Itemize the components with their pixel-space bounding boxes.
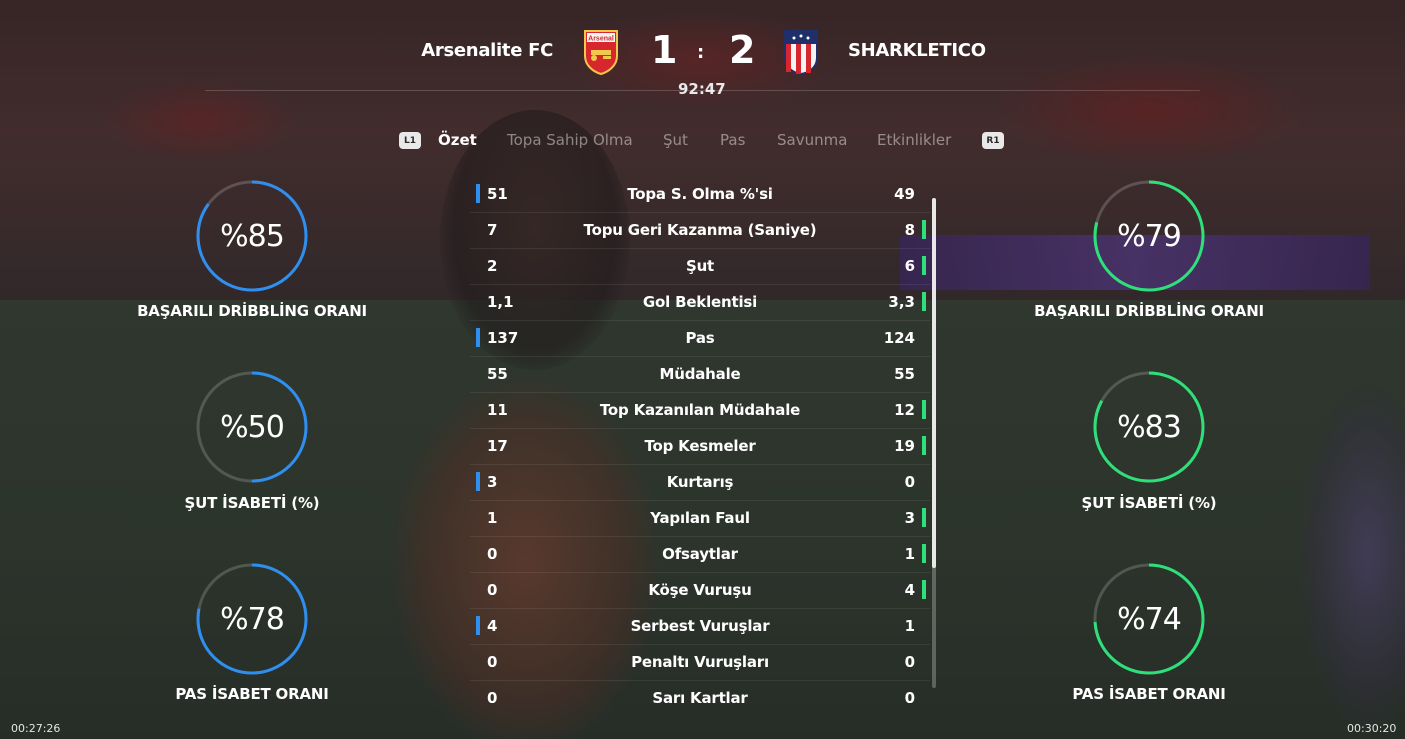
away-ring-label: PAS İSABET ORANI [1072, 685, 1226, 703]
away-score: 2 [729, 28, 756, 72]
home-ring-label: BAŞARILI DRİBBLİNG ORANI [137, 302, 367, 320]
tab-sut[interactable]: Şut [663, 131, 688, 149]
away-ring-shot-accuracy: %83 [1092, 370, 1206, 484]
l1-button-icon[interactable]: L1 [399, 132, 421, 149]
stat-row: 0 Sarı Kartlar 0 [470, 680, 930, 716]
tab-savunma[interactable]: Savunma [777, 131, 847, 149]
stat-row: 17 Top Kesmeler 19 [470, 428, 930, 465]
away-ring-value: %79 [1117, 218, 1182, 254]
tab-topa-sahip-olma[interactable]: Topa Sahip Olma [507, 131, 633, 149]
atletico-crest-icon [784, 30, 818, 76]
tab-ozet[interactable]: Özet [438, 131, 477, 149]
away-ring-dribbling: %79 [1092, 179, 1206, 293]
header-divider [205, 90, 1200, 91]
stat-label: Sarı Kartlar [652, 689, 748, 707]
home-ring-label: PAS İSABET ORANI [175, 685, 329, 703]
stat-away-value: 1 [904, 545, 915, 563]
stat-away-value: 19 [894, 437, 915, 455]
stat-label: Müdahale [659, 365, 741, 383]
stats-tab-bar: L1 Özet Topa Sahip Olma Şut Pas Savunma … [0, 128, 1405, 156]
stat-row: 0 Köşe Vuruşu 4 [470, 572, 930, 609]
match-clock: 92:47 [678, 80, 726, 98]
home-ring-label: ŞUT İSABETİ (%) [184, 494, 320, 512]
stat-label: Serbest Vuruşlar [630, 617, 770, 635]
away-ring-label: ŞUT İSABETİ (%) [1081, 494, 1217, 512]
stat-row: 1,1 Gol Beklentisi 3,3 [470, 284, 930, 321]
stat-row: 11 Top Kazanılan Müdahale 12 [470, 392, 930, 429]
away-ring-value: %74 [1117, 601, 1182, 637]
stat-row: 3 Kurtarış 0 [470, 464, 930, 501]
stat-label: Köşe Vuruşu [648, 581, 752, 599]
stat-label: Yapılan Faul [650, 509, 750, 527]
stat-label: Ofsaytlar [662, 545, 738, 563]
away-ring-value: %83 [1117, 409, 1182, 445]
stat-label: Topu Geri Kazanma (Saniye) [583, 221, 817, 239]
match-stats-table[interactable]: 51 Topa S. Olma %'si 49 7 Topu Geri Kazanma … [470, 176, 930, 716]
home-ring-value: %78 [220, 601, 285, 637]
stat-row: 0 Ofsaytlar 1 [470, 536, 930, 573]
home-ring-pass-accuracy: %78 [195, 562, 309, 676]
r1-button-icon[interactable]: R1 [982, 132, 1004, 149]
home-ring-value: %50 [220, 409, 285, 445]
tab-etkinlikler[interactable]: Etkinlikler [877, 131, 951, 149]
stat-away-value: 3,3 [888, 293, 915, 311]
stat-row: 55 Müdahale 55 [470, 356, 930, 393]
stat-label: Top Kazanılan Müdahale [599, 401, 801, 419]
stat-row: 137 Pas 124 [470, 320, 930, 357]
stat-away-value: 55 [894, 365, 915, 383]
stat-label: Topa S. Olma %'si [627, 185, 773, 203]
stat-away-value: 6 [904, 257, 915, 275]
home-ring-shot-accuracy: %50 [195, 370, 309, 484]
stat-away-value: 4 [904, 581, 915, 599]
home-score: 1 [651, 28, 678, 72]
score-separator: : [697, 42, 705, 63]
stat-label: Top Kesmeler [644, 437, 756, 455]
away-ring-label: BAŞARILI DRİBBLİNG ORANI [1034, 302, 1264, 320]
arsenal-crest-icon: Arsenal [584, 30, 618, 76]
scoreboard-header: Arsenalite FC Arsenal 1 : 2 SHARKLETICO … [0, 0, 1405, 105]
stats-scrollbar-thumb[interactable] [932, 198, 936, 568]
tab-pas[interactable]: Pas [720, 131, 745, 149]
stat-away-value: 12 [894, 401, 915, 419]
home-ring-dribbling: %85 [195, 179, 309, 293]
stat-label: Gol Beklentisi [642, 293, 758, 311]
stat-away-value: 1 [904, 617, 915, 635]
stat-away-value: 0 [904, 653, 915, 671]
stat-row: 4 Serbest Vuruşlar 1 [470, 608, 930, 645]
stat-row: 51 Topa S. Olma %'si 49 [470, 176, 930, 213]
stat-away-value: 8 [904, 221, 915, 239]
stat-label: Şut [685, 257, 715, 275]
stat-row: 0 Penaltı Vuruşları 0 [470, 644, 930, 681]
video-timestamp-left: 00:27:26 [11, 722, 61, 735]
stat-away-value: 0 [904, 473, 915, 491]
stat-label: Penaltı Vuruşları [631, 653, 769, 671]
video-timestamp-right: 00:30:20 [1347, 722, 1397, 735]
home-ring-value: %85 [220, 218, 285, 254]
home-team-name: Arsenalite FC [421, 40, 553, 61]
away-ring-pass-accuracy: %74 [1092, 562, 1206, 676]
stat-row: 7 Topu Geri Kazanma (Saniye) 8 [470, 212, 930, 249]
stat-away-value: 3 [904, 509, 915, 527]
away-team-name: SHARKLETICO [848, 40, 986, 61]
stat-away-value: 0 [904, 689, 915, 707]
stat-label: Kurtarış [666, 473, 734, 491]
stat-label: Pas [685, 329, 715, 347]
stat-away-value: 124 [883, 329, 915, 347]
stat-row: 1 Yapılan Faul 3 [470, 500, 930, 537]
stat-away-value: 49 [894, 185, 915, 203]
stat-row: 2 Şut 6 [470, 248, 930, 285]
crest-text: Arsenal [588, 36, 614, 43]
